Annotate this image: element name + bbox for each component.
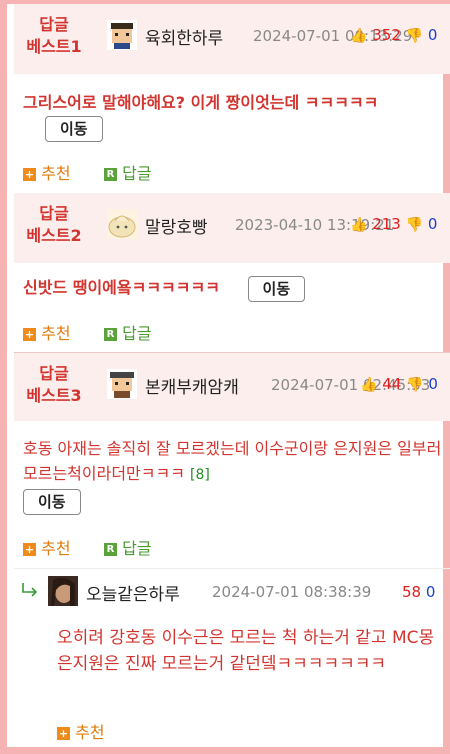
move-button[interactable]: 이동	[23, 488, 81, 515]
reply-button[interactable]: R 답글	[104, 320, 152, 344]
vote-box: 👍 352 👎 0	[350, 26, 437, 44]
reply-label: 답글	[122, 324, 152, 343]
reply-label: 답글	[122, 164, 152, 183]
recommend-button[interactable]: + 추천	[23, 320, 71, 344]
avatar[interactable]	[107, 209, 137, 239]
comment-text-content: 신밧드 땡이에욬ㅋㅋㅋㅋㅋㅋ	[23, 278, 220, 297]
upvote-count: 58	[402, 583, 422, 601]
recommend-label: 추천	[41, 324, 71, 343]
upvote-count: 44	[382, 375, 402, 393]
downvote-count: 0	[428, 375, 438, 393]
thumbs-up-icon[interactable]: 👍	[350, 217, 367, 233]
recommend-label: 추천	[75, 723, 105, 742]
comment-header: 답글 베스트2 말랑호빵 2023-04-10 13:19:21 👍 213 👎…	[14, 193, 450, 263]
plus-icon: +	[23, 328, 36, 341]
recommend-label: 추천	[41, 539, 71, 558]
reply-text: 오히려 강호동 이수근은 모르는 척 하는거 같고 MC몽 은지원은 진짜 모르…	[57, 628, 435, 674]
downvote-count: 0	[427, 26, 438, 44]
recommend-button[interactable]: + 추천	[57, 719, 105, 743]
comment-text-content: 그리스어로 말해야해요? 이게 짱이엇는데 ㅋㅋㅋㅋㅋ	[23, 93, 379, 112]
comment-text: 호동 아재는 솔직히 잘 모르겠는데 이수군이랑 은지원은 일부러 모르는척이라…	[23, 436, 443, 515]
comment-date: 2024-07-01 08:38:39	[212, 583, 372, 601]
nickname[interactable]: 육회한하루	[145, 24, 223, 49]
upvote-count: 352	[372, 26, 401, 44]
vote-box: 58 0	[402, 583, 435, 601]
recommend-button[interactable]: + 추천	[23, 160, 71, 184]
thumbs-down-icon[interactable]: 👎	[406, 28, 423, 44]
thumbs-down-icon[interactable]: 👎	[406, 217, 423, 233]
vote-box: 👍 44 👎 0	[360, 375, 438, 393]
comment-text: 신밧드 땡이에욬ㅋㅋㅋㅋㅋㅋ 이동	[23, 275, 443, 302]
reply-r-icon: R	[104, 328, 117, 341]
comment-header: 답글 베스트1 육회한하루 2024-07-01 00:13:29 👍 352 …	[14, 4, 450, 74]
recommend-button[interactable]: + 추천	[23, 535, 71, 559]
reply-r-icon: R	[104, 543, 117, 556]
reply-label: 답글	[122, 539, 152, 558]
comments-panel: 답글 베스트1 육회한하루 2024-07-01 00:13:29 👍 352 …	[0, 0, 450, 754]
best-badge: 답글 베스트2	[14, 203, 94, 247]
badge-line2: 베스트2	[26, 226, 82, 245]
badge-line2: 베스트3	[26, 386, 82, 405]
downvote-count: 0	[425, 583, 436, 601]
plus-icon: +	[23, 168, 36, 181]
avatar[interactable]	[107, 20, 137, 50]
nickname[interactable]: 말랑호빵	[145, 213, 208, 238]
upvote-count: 213	[372, 215, 401, 233]
avatar[interactable]	[48, 576, 78, 606]
reply-r-icon: R	[104, 168, 117, 181]
reply-count[interactable]: [8]	[190, 467, 210, 483]
comment-text-content: 호동 아재는 솔직히 잘 모르겠는데 이수군이랑 은지원은 일부러 모르는척이라…	[23, 439, 442, 483]
nickname[interactable]: 본캐부캐암캐	[145, 373, 239, 398]
badge-line1: 답글	[39, 204, 69, 223]
move-button[interactable]: 이동	[45, 115, 103, 142]
best-badge: 답글 베스트3	[14, 363, 94, 407]
downvote-count: 0	[427, 215, 438, 233]
best-badge: 답글 베스트1	[14, 14, 94, 58]
comment-text: 그리스어로 말해야해요? 이게 짱이엇는데 ㅋㅋㅋㅋㅋ 이동	[23, 90, 443, 142]
badge-line1: 답글	[39, 15, 69, 34]
reply-button[interactable]: R 답글	[104, 535, 152, 559]
vote-box: 👍 213 👎 0	[350, 215, 437, 233]
move-button[interactable]: 이동	[247, 275, 306, 302]
badge-line1: 답글	[39, 364, 69, 383]
nickname[interactable]: 오늘같은하루	[86, 580, 180, 605]
plus-icon: +	[23, 543, 36, 556]
avatar[interactable]	[107, 369, 137, 399]
comment-header: 답글 베스트3 본캐부캐암캐 2024-07-01 02:45:53 👍 44 …	[14, 353, 450, 421]
badge-line2: 베스트1	[26, 37, 82, 56]
thumbs-up-icon[interactable]: 👍	[350, 28, 367, 44]
reply-arrow-icon	[22, 583, 38, 597]
plus-icon: +	[57, 727, 70, 740]
thumbs-up-icon[interactable]: 👍	[360, 377, 377, 393]
recommend-label: 추천	[41, 164, 71, 183]
thumbs-down-icon[interactable]: 👎	[406, 377, 423, 393]
divider	[14, 568, 450, 569]
reply-button[interactable]: R 답글	[104, 160, 152, 184]
